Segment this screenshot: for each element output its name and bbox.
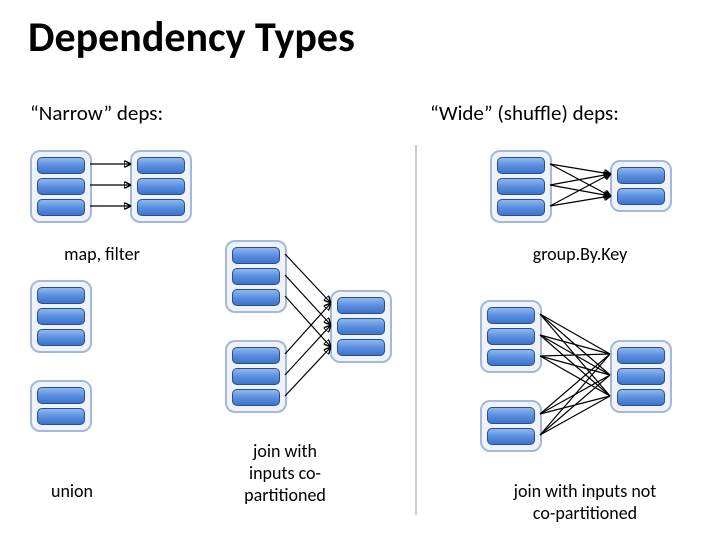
mapfilter-dst-rdd [130, 150, 192, 223]
union-caption: union [42, 480, 102, 502]
mapfilter-caption: map, filter [42, 243, 162, 265]
partition [497, 199, 545, 216]
partition [487, 307, 535, 324]
wide-deps-label: “Wide” (shuffle) deps: [430, 100, 619, 126]
partition [232, 247, 280, 264]
partition [617, 188, 665, 205]
partition [497, 157, 545, 174]
union-src2-rdd [30, 380, 92, 432]
partition [487, 349, 535, 366]
partition [37, 178, 85, 195]
joincp-src2-rdd [225, 340, 287, 413]
partition [487, 407, 535, 424]
partition [337, 339, 385, 356]
joinncp-src1-rdd [480, 300, 542, 373]
partition [37, 199, 85, 216]
partition [37, 287, 85, 304]
partition [617, 368, 665, 385]
vertical-divider [415, 145, 417, 515]
partition [232, 368, 280, 385]
joincp-caption: join with inputs co- partitioned [215, 440, 355, 506]
partition [337, 297, 385, 314]
partition [137, 199, 185, 216]
partition [617, 347, 665, 364]
partition [137, 157, 185, 174]
gbk-src-rdd [490, 150, 552, 223]
partition [232, 347, 280, 364]
partition [497, 178, 545, 195]
partition [232, 268, 280, 285]
joinncp-dst-rdd [610, 340, 672, 413]
partition [37, 157, 85, 174]
partition [37, 329, 85, 346]
partition [337, 318, 385, 335]
joincp-dst-rdd [330, 290, 392, 363]
joinncp-caption: join with inputs not co-partitioned [480, 480, 690, 524]
partition [487, 428, 535, 445]
gbk-dst-rdd [610, 160, 672, 212]
joinncp-src2-rdd [480, 400, 542, 452]
joincp-src1-rdd [225, 240, 287, 313]
partition [617, 167, 665, 184]
union-src1-rdd [30, 280, 92, 353]
partition [617, 389, 665, 406]
partition [487, 328, 535, 345]
mapfilter-src-rdd [30, 150, 92, 223]
partition [37, 408, 85, 425]
page-title: Dependency Types [28, 12, 355, 63]
partition [137, 178, 185, 195]
gbk-caption: group.By.Key [510, 243, 650, 265]
partition [232, 389, 280, 406]
narrow-deps-label: “Narrow” deps: [30, 100, 163, 126]
partition [232, 289, 280, 306]
partition [37, 308, 85, 325]
partition [37, 387, 85, 404]
